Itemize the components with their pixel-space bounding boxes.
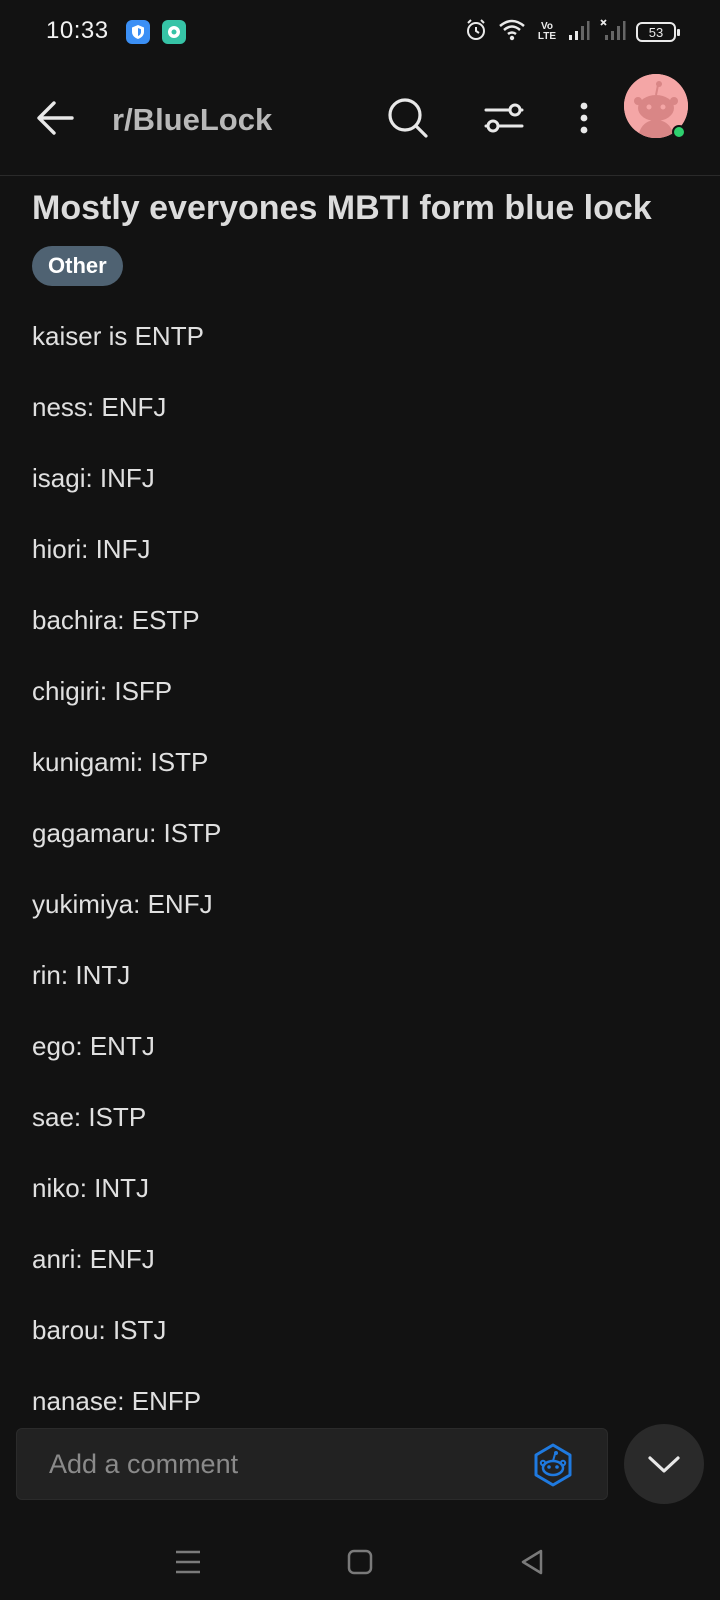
comment-placeholder: Add a comment — [49, 1449, 239, 1479]
post-body: kaiser is ENTP ness: ENFJ isagi: INFJ hi… — [32, 316, 692, 1452]
nav-home-button[interactable] — [340, 1542, 380, 1582]
online-status-dot — [672, 125, 686, 139]
more-options-button[interactable] — [558, 92, 610, 144]
system-navigation-bar — [0, 1530, 720, 1600]
battery-icon: 53 — [636, 22, 680, 42]
comment-input[interactable]: Add a comment — [16, 1428, 608, 1500]
post-body-line: yukimiya: ENFJ — [32, 889, 213, 919]
post-body-line: bachira: ESTP — [32, 605, 200, 635]
more-vertical-icon — [580, 102, 588, 134]
post-body-line: barou: ISTJ — [32, 1315, 167, 1345]
vpn-shield-icon — [126, 20, 150, 44]
nav-recents-button[interactable] — [168, 1542, 208, 1582]
post-body-line: kaiser is ENTP — [32, 321, 204, 351]
no-signal-icon — [600, 18, 626, 46]
post-body-line: anri: ENFJ — [32, 1244, 155, 1274]
status-time: 10:33 — [46, 17, 109, 44]
post-title: Mostly everyones MBTI form blue lock — [32, 189, 652, 227]
snoo-emote-icon — [534, 1443, 572, 1487]
alarm-icon — [464, 18, 488, 47]
chat-bubble-icon — [162, 20, 186, 44]
post-flair[interactable]: Other — [32, 246, 123, 286]
post-body-line: sae: ISTP — [32, 1102, 147, 1132]
post-body-line: chigiri: ISFP — [32, 676, 173, 706]
home-square-icon — [347, 1549, 373, 1575]
post-body-line: niko: INTJ — [32, 1173, 150, 1203]
post-body-line: rin: INTJ — [32, 960, 131, 990]
top-app-bar: r/BlueLock — [0, 64, 720, 176]
wifi-icon — [498, 18, 526, 47]
back-triangle-icon — [521, 1549, 543, 1575]
nav-back-button[interactable] — [512, 1542, 552, 1582]
post-body-line: ness: ENFJ — [32, 392, 167, 422]
signal-icon — [568, 19, 590, 46]
collapse-comments-button[interactable] — [624, 1424, 704, 1504]
post-body-line: gagamaru: ISTP — [32, 818, 222, 848]
menu-icon — [176, 1550, 200, 1574]
chevron-down-icon — [648, 1456, 680, 1473]
post-body-line: hiori: INFJ — [32, 534, 151, 564]
filter-icon — [484, 103, 524, 133]
post-body-line: kunigami: ISTP — [32, 747, 209, 777]
post-body-line: ego: ENTJ — [32, 1031, 155, 1061]
search-button[interactable] — [382, 92, 434, 144]
volte-indicator: Vo LTE — [537, 21, 557, 42]
status-indicators: Vo LTE 53 — [464, 18, 680, 47]
filter-button[interactable] — [478, 92, 530, 144]
search-icon — [388, 98, 428, 138]
back-arrow-icon — [37, 101, 74, 135]
subreddit-name[interactable]: r/BlueLock — [112, 102, 272, 138]
back-button[interactable] — [30, 92, 82, 144]
snoo-emote-button[interactable] — [529, 1441, 577, 1489]
status-bar: 10:33 Vo LTE 53 — [0, 0, 720, 64]
post-body-line: isagi: INFJ — [32, 463, 155, 493]
